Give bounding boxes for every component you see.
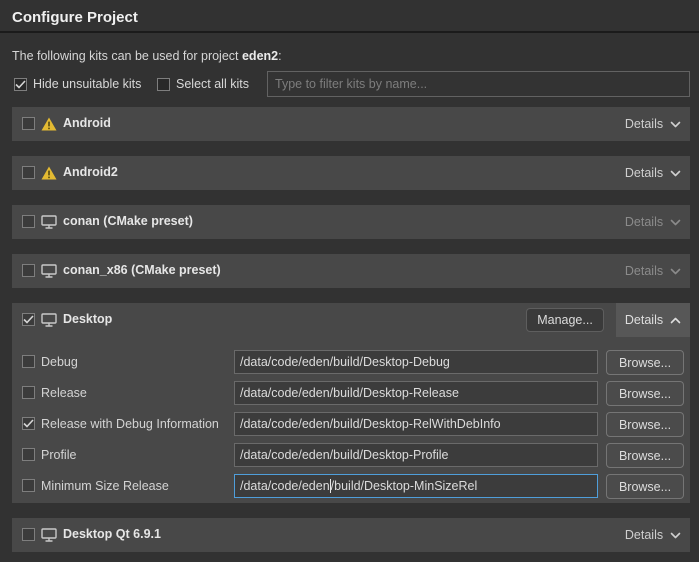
details-label: Details	[625, 313, 663, 327]
kit-filter-input[interactable]	[267, 71, 690, 97]
build-dir-input-focused[interactable]: /data/code/eden/build/Desktop-MinSizeRel	[234, 474, 598, 498]
build-config-label: Debug	[41, 355, 78, 369]
details-button[interactable]: Details	[616, 518, 690, 552]
kit-checkbox[interactable]	[22, 166, 35, 179]
kit-name: Android2	[63, 165, 118, 179]
details-label: Details	[625, 166, 663, 180]
build-config-checkbox[interactable]	[22, 479, 35, 492]
chevron-down-icon	[670, 268, 681, 275]
browse-button[interactable]: Browse...	[606, 443, 684, 468]
kit-name: Desktop Qt 6.9.1	[63, 527, 161, 541]
details-button[interactable]: Details	[616, 303, 690, 337]
intro-text: The following kits can be used for proje…	[12, 49, 282, 63]
build-config-checkbox[interactable]	[22, 355, 35, 368]
chevron-down-icon	[670, 121, 681, 128]
build-config-label: Minimum Size Release	[41, 479, 169, 493]
build-config-row-minsizerel: Minimum Size Release /data/code/eden/bui…	[12, 474, 690, 499]
hide-unsuitable-kits-checkbox[interactable]: Hide unsuitable kits	[14, 76, 141, 92]
kit-row-android2[interactable]: Android2 Details	[12, 156, 690, 190]
path-text-before-cursor: /data/code/eden	[240, 479, 330, 493]
browse-button[interactable]: Browse...	[606, 412, 684, 437]
page-title: Configure Project	[12, 9, 138, 26]
browse-button[interactable]: Browse...	[606, 381, 684, 406]
intro-suffix: :	[278, 49, 281, 63]
kit-row-desktop[interactable]: Desktop Manage... Details	[12, 303, 690, 337]
kit-section-desktop: Desktop Manage... Details Debug Browse..…	[12, 303, 690, 503]
build-config-label: Profile	[41, 448, 76, 462]
build-dir-input[interactable]	[234, 412, 598, 436]
details-button[interactable]: Details	[616, 156, 690, 190]
build-dir-input[interactable]	[234, 350, 598, 374]
kit-row-desktop-qt[interactable]: Desktop Qt 6.9.1 Details	[12, 518, 690, 552]
desktop-icon	[41, 264, 57, 278]
check-icon	[23, 419, 34, 428]
chevron-down-icon	[670, 532, 681, 539]
browse-button[interactable]: Browse...	[606, 474, 684, 499]
desktop-icon	[41, 528, 57, 542]
kit-checkbox[interactable]	[22, 528, 35, 541]
select-all-kits-label: Select all kits	[176, 77, 249, 91]
hide-unsuitable-kits-label: Hide unsuitable kits	[33, 77, 141, 91]
details-label: Details	[625, 215, 663, 229]
check-icon	[23, 315, 34, 324]
kit-row-conan[interactable]: conan (CMake preset) Details	[12, 205, 690, 239]
chevron-down-icon	[670, 219, 681, 226]
desktop-icon	[41, 313, 57, 327]
manage-kits-button[interactable]: Manage...	[526, 308, 604, 332]
kit-row-android[interactable]: Android Details	[12, 107, 690, 141]
desktop-icon	[41, 215, 57, 229]
build-dir-input[interactable]	[234, 443, 598, 467]
project-name: eden2	[242, 49, 278, 63]
kit-name: Desktop	[63, 312, 112, 326]
chevron-down-icon	[670, 170, 681, 177]
kit-checkbox[interactable]	[22, 215, 35, 228]
build-config-label: Release	[41, 386, 87, 400]
intro-prefix: The following kits can be used for proje…	[12, 49, 242, 63]
build-config-row-profile: Profile Browse...	[12, 443, 690, 468]
kit-row-conan-x86[interactable]: conan_x86 (CMake preset) Details	[12, 254, 690, 288]
warning-icon	[41, 117, 57, 131]
checkbox-box[interactable]	[157, 78, 170, 91]
kit-checkbox[interactable]	[22, 313, 35, 326]
build-config-row-debug: Debug Browse...	[12, 350, 690, 375]
warning-icon	[41, 166, 57, 180]
path-text-after-cursor: /build/Desktop-MinSizeRel	[331, 479, 478, 493]
kit-name: conan (CMake preset)	[63, 214, 193, 228]
kit-name: conan_x86 (CMake preset)	[63, 263, 221, 277]
checkbox-box[interactable]	[14, 78, 27, 91]
kit-checkbox[interactable]	[22, 264, 35, 277]
details-label: Details	[625, 528, 663, 542]
select-all-kits-checkbox[interactable]: Select all kits	[157, 76, 249, 92]
build-config-row-relwithdebinfo: Release with Debug Information Browse...	[12, 412, 690, 437]
details-button: Details	[616, 254, 690, 288]
details-label: Details	[625, 264, 663, 278]
kit-name: Android	[63, 116, 111, 130]
check-icon	[15, 80, 26, 89]
title-separator	[0, 31, 699, 33]
build-dir-input[interactable]	[234, 381, 598, 405]
chevron-up-icon	[670, 317, 681, 324]
details-label: Details	[625, 117, 663, 131]
details-button: Details	[616, 205, 690, 239]
build-config-row-release: Release Browse...	[12, 381, 690, 406]
browse-button[interactable]: Browse...	[606, 350, 684, 375]
build-config-checkbox[interactable]	[22, 386, 35, 399]
kit-checkbox[interactable]	[22, 117, 35, 130]
details-button[interactable]: Details	[616, 107, 690, 141]
build-config-checkbox[interactable]	[22, 448, 35, 461]
build-config-label: Release with Debug Information	[41, 417, 219, 431]
build-config-checkbox[interactable]	[22, 417, 35, 430]
